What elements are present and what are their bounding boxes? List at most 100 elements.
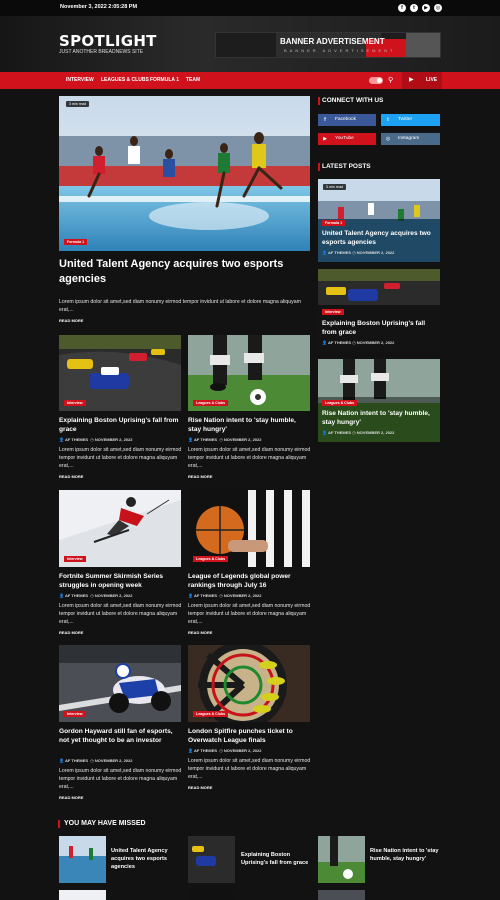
category-badge[interactable]: Leagues & Clubs	[193, 400, 229, 406]
nav-item-formula1[interactable]: FORMULA 1	[150, 77, 179, 83]
article-date: NOVEMBER 2, 2022	[356, 340, 395, 345]
article-date: NOVEMBER 2, 2022	[223, 437, 262, 442]
article-meta: 👤 AF THEMES ◷ NOVEMBER 2, 2022	[322, 430, 395, 435]
live-button[interactable]: ▶ LIVE	[402, 72, 442, 89]
read-more-link[interactable]: READ MORE	[59, 630, 83, 635]
soccer-player-photo	[318, 836, 365, 883]
missed-heading: YOU MAY HAVE MISSED	[58, 820, 146, 828]
category-badge[interactable]: Interview	[64, 400, 86, 406]
article-excerpt: Lorem ipsum dolor sit amet,sed diam nonu…	[59, 603, 182, 625]
read-more-link[interactable]: READ MORE	[59, 795, 83, 800]
top-bar: November 3, 2022 2:05:28 PM f t ▶ ◎	[0, 0, 500, 16]
current-date: November 3, 2022 2:05:28 PM	[60, 4, 138, 10]
article-image[interactable]: Leagues & Clubs	[188, 335, 310, 411]
missed-thumb[interactable]	[59, 836, 106, 883]
instagram-button[interactable]: ◎ Instagram	[381, 133, 440, 145]
connect-heading: CONNECT WITH US	[317, 97, 384, 105]
article-author[interactable]: AF THEMES	[65, 437, 88, 442]
article-author[interactable]: AF THEMES	[194, 748, 217, 753]
nav-item-team[interactable]: TEAM	[186, 77, 200, 83]
site-header: SPOTLIGHT JUST ANOTHER BREADNEWS SITE BA…	[0, 16, 500, 72]
article-image[interactable]: Interview	[59, 645, 181, 722]
nav-item-interview[interactable]: INTERVIEW	[66, 77, 94, 83]
article-date: NOVEMBER 2, 2022	[356, 250, 395, 255]
dark-mode-toggle[interactable]	[369, 77, 383, 84]
read-more-link[interactable]: READ MORE	[59, 318, 83, 323]
article-title[interactable]: Rise Nation intent to 'stay humble, stay…	[188, 416, 310, 434]
article-author[interactable]: AF THEMES	[65, 593, 88, 598]
category-badge[interactable]: Interview	[322, 309, 344, 315]
read-more-link[interactable]: READ MORE	[188, 785, 212, 790]
article-date: NOVEMBER 2, 2022	[94, 758, 133, 763]
missed-thumb[interactable]	[188, 836, 235, 883]
main-nav: INTERVIEW LEAGUES & CLUBS FORMULA 1 TEAM…	[0, 72, 500, 89]
instagram-icon: ◎	[385, 136, 391, 142]
article-image[interactable]: Interview	[59, 335, 181, 411]
missed-title[interactable]: Rise Nation intent to 'stay humble, stay…	[370, 847, 440, 863]
article-title[interactable]: Fortnite Summer Skirmish Series struggle…	[59, 572, 181, 590]
article-meta: 👤 AF THEMES ◷ NOVEMBER 2, 2022	[322, 340, 395, 345]
youtube-button[interactable]: ▶ YouTube	[318, 133, 376, 145]
article-meta: 👤 AF THEMES ◷ NOVEMBER 2, 2022	[59, 437, 133, 442]
instagram-icon[interactable]: ◎	[434, 4, 442, 12]
missed-title[interactable]: Explaining Boston Uprising's fall from g…	[241, 851, 313, 867]
missed-title[interactable]: United Talent Agency acquires two esport…	[111, 847, 181, 871]
article-author[interactable]: AF THEMES	[65, 758, 88, 763]
latest-post-title[interactable]: Rise Nation intent to 'stay humble, stay…	[322, 409, 438, 427]
article-meta: 👤 AF THEMES ◷ NOVEMBER 2, 2022	[188, 593, 262, 598]
banner-ad[interactable]: BANNER ADVERTISEMENT BANNER ADVERTISEMEN…	[215, 32, 441, 58]
read-more-link[interactable]: READ MORE	[188, 474, 212, 479]
category-badge[interactable]: Formula 1	[64, 239, 88, 245]
article-title[interactable]: London Spitfire punches ticket to Overwa…	[188, 727, 310, 745]
latest-post-card[interactable]: Leagues & Clubs Rise Nation intent to 's…	[318, 359, 440, 442]
article-image[interactable]: Interview	[59, 490, 181, 567]
facebook-button[interactable]: f Facebook	[318, 114, 376, 126]
featured-image[interactable]: 3 min read Formula 1	[59, 96, 310, 251]
article-title[interactable]: Explaining Boston Uprising's fall from g…	[59, 416, 181, 434]
article-title[interactable]: Gordon Hayward still fan of esports, not…	[59, 727, 181, 745]
latest-post-card[interactable]: 3 min read Formula 1 United Talent Agenc…	[318, 179, 440, 262]
article-excerpt: Lorem ipsum dolor sit amet,sed diam nonu…	[59, 447, 182, 469]
read-more-link[interactable]: READ MORE	[59, 474, 83, 479]
article-image[interactable]: Leagues & Clubs	[188, 490, 310, 567]
twitter-icon: t	[387, 117, 389, 123]
read-more-link[interactable]: READ MORE	[188, 630, 212, 635]
play-icon: ▶	[409, 77, 414, 83]
site-logo[interactable]: SPOTLIGHT	[59, 32, 157, 50]
latest-post-card[interactable]: Interview Explaining Boston Uprising's f…	[318, 269, 440, 352]
article-excerpt: Lorem ipsum dolor sit amet,sed diam nonu…	[188, 447, 311, 469]
youtube-icon[interactable]: ▶	[422, 4, 430, 12]
search-icon[interactable]: ⚲	[388, 76, 393, 84]
category-badge[interactable]: Leagues & Clubs	[193, 556, 229, 562]
category-badge[interactable]: Interview	[64, 711, 86, 717]
article-author[interactable]: AF THEMES	[328, 340, 351, 345]
category-badge[interactable]: Formula 1	[322, 220, 346, 226]
social-label: Twitter	[398, 117, 413, 122]
nav-item-leagues[interactable]: LEAGUES & CLUBS	[101, 77, 149, 83]
missed-thumb[interactable]	[318, 836, 365, 883]
category-badge[interactable]: Leagues & Clubs	[193, 711, 229, 717]
facebook-icon[interactable]: f	[398, 4, 406, 12]
article-meta: 👤 AF THEMES ◷ NOVEMBER 2, 2022	[59, 593, 133, 598]
category-badge[interactable]: Leagues & Clubs	[322, 400, 358, 406]
category-badge[interactable]: Interview	[64, 556, 86, 562]
article-author[interactable]: AF THEMES	[194, 593, 217, 598]
latest-post-title[interactable]: Explaining Boston Uprising's fall from g…	[322, 319, 438, 337]
twitter-button[interactable]: t Twitter	[381, 114, 440, 126]
twitter-icon[interactable]: t	[410, 4, 418, 12]
social-label: Facebook	[335, 117, 357, 122]
article-author[interactable]: AF THEMES	[194, 437, 217, 442]
latest-post-title[interactable]: United Talent Agency acquires two esport…	[322, 229, 438, 247]
article-image[interactable]: Leagues & Clubs	[188, 645, 310, 722]
article-author[interactable]: AF THEMES	[328, 250, 351, 255]
article-title[interactable]: League of Legends global power rankings …	[188, 572, 310, 590]
banner-subtitle: BANNER ADVERTISEMENT	[284, 48, 396, 53]
featured-title[interactable]: United Talent Agency acquires two esport…	[59, 257, 309, 287]
missed-thumb[interactable]	[318, 890, 365, 900]
race-cars-photo	[188, 836, 235, 883]
missed-thumb[interactable]	[59, 890, 106, 900]
article-author[interactable]: AF THEMES	[328, 430, 351, 435]
missed-thumb[interactable]	[188, 890, 235, 900]
read-time-badge: 3 min read	[66, 101, 89, 107]
featured-excerpt: Lorem ipsum dolor sit amet,sed diam nonu…	[59, 299, 301, 313]
